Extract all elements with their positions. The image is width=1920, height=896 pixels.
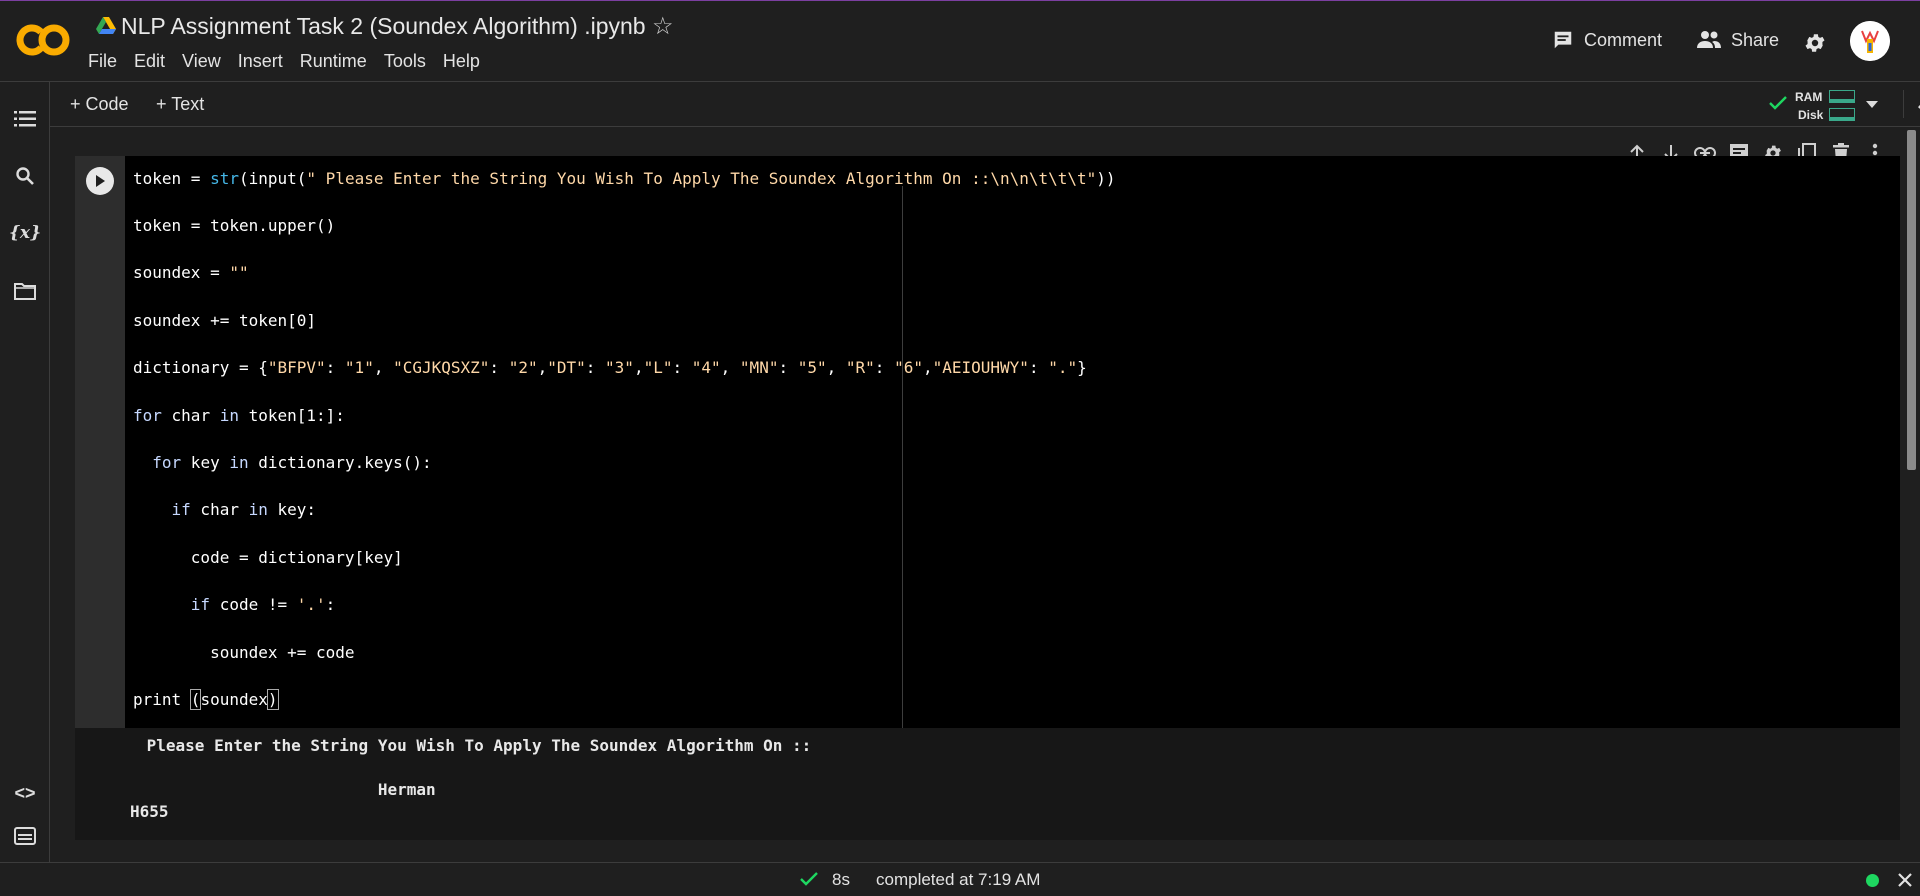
code-line-2: token = token.upper() (133, 216, 336, 235)
star-icon[interactable]: ☆ (652, 13, 674, 41)
share-label: Share (1731, 29, 1780, 50)
comment-icon (1554, 31, 1572, 49)
resource-indicator[interactable]: RAM Disk (1768, 87, 1878, 123)
play-icon (96, 175, 105, 187)
code-snippets-icon[interactable]: <> (12, 780, 38, 806)
output-line-3: H655 (130, 802, 169, 821)
chevron-down-icon[interactable] (1866, 101, 1878, 109)
execution-status: completed at 7:19 AM (876, 870, 1041, 889)
cell-output: Please Enter the String You Wish To Appl… (75, 728, 1900, 840)
connected-check-icon (1769, 96, 1787, 110)
code-editor[interactable]: token = str(input(" Please Enter the Str… (125, 156, 1900, 728)
execution-duration: 8s (832, 870, 850, 889)
variables-icon[interactable]: {x} (9, 220, 41, 246)
menu-bar: File Edit View Insert Runtime Tools Help (88, 51, 497, 72)
notebook-toolbar: + Code + Text RAM Disk (50, 82, 1920, 127)
output-line-1: Please Enter the String You Wish To Appl… (137, 736, 812, 755)
comment-button[interactable]: Comment (1552, 29, 1662, 51)
add-text-button[interactable]: + Text (156, 94, 204, 115)
scrollbar[interactable] (1907, 130, 1916, 470)
menu-edit[interactable]: Edit (134, 51, 165, 72)
code-line-4: soundex += token[0] (133, 311, 317, 330)
left-sidebar: {x} <> (0, 82, 50, 862)
ram-label: RAM (1795, 90, 1823, 104)
settings-gear-icon[interactable] (1803, 31, 1827, 55)
code-line-9: code = dictionary[key] (133, 548, 403, 567)
code-cell[interactable]: token = str(input(" Please Enter the Str… (75, 156, 1900, 840)
check-icon (800, 872, 818, 886)
code-line-11: soundex += code (133, 643, 355, 662)
menu-runtime[interactable]: Runtime (300, 51, 367, 72)
menu-help[interactable]: Help (443, 51, 480, 72)
folder-icon[interactable] (12, 278, 38, 304)
share-button[interactable]: Share (1697, 29, 1779, 51)
code-line-10: if code != '.': (190, 595, 336, 614)
disk-meter (1829, 108, 1855, 121)
user-avatar[interactable] (1850, 21, 1890, 61)
run-cell-button[interactable] (86, 167, 114, 195)
google-drive-icon[interactable] (96, 17, 116, 35)
menu-view[interactable]: View (182, 51, 221, 72)
avatar-image (1850, 21, 1890, 61)
code-line-5: dictionary = {"BFPV": "1", "CGJKQSXZ": "… (133, 358, 1087, 377)
people-icon (1697, 31, 1721, 48)
close-icon[interactable] (1898, 873, 1912, 887)
colab-logo[interactable] (16, 19, 72, 61)
editor-ruler (902, 186, 903, 728)
add-code-button[interactable]: + Code (70, 94, 129, 115)
code-line-12: print (soundex) (133, 689, 279, 710)
connection-status-dot (1866, 874, 1879, 887)
cell-gutter (75, 156, 125, 728)
code-line-8: if char in key: (171, 500, 317, 519)
terminal-icon[interactable] (12, 823, 38, 849)
menu-insert[interactable]: Insert (238, 51, 283, 72)
code-line-1: token = str(input(" Please Enter the Str… (133, 169, 1116, 188)
disk-label: Disk (1798, 108, 1824, 122)
menu-tools[interactable]: Tools (384, 51, 426, 72)
notebook-title[interactable]: NLP Assignment Task 2 (Soundex Algorithm… (121, 13, 646, 40)
ram-meter (1829, 90, 1855, 103)
comment-label: Comment (1584, 29, 1663, 50)
menu-file[interactable]: File (88, 51, 117, 72)
header: NLP Assignment Task 2 (Soundex Algorithm… (0, 1, 1920, 82)
code-line-3: soundex = "" (133, 263, 249, 282)
output-line-2: Herman (137, 780, 436, 799)
search-icon[interactable] (12, 163, 38, 189)
table-of-contents-icon[interactable] (12, 106, 38, 132)
code-line-7: for key in dictionary.keys(): (152, 453, 432, 472)
toolbar-divider (1903, 90, 1904, 118)
status-bar: 8s completed at 7:19 AM (0, 862, 1920, 896)
code-line-6: for char in token[1:]: (133, 406, 345, 425)
